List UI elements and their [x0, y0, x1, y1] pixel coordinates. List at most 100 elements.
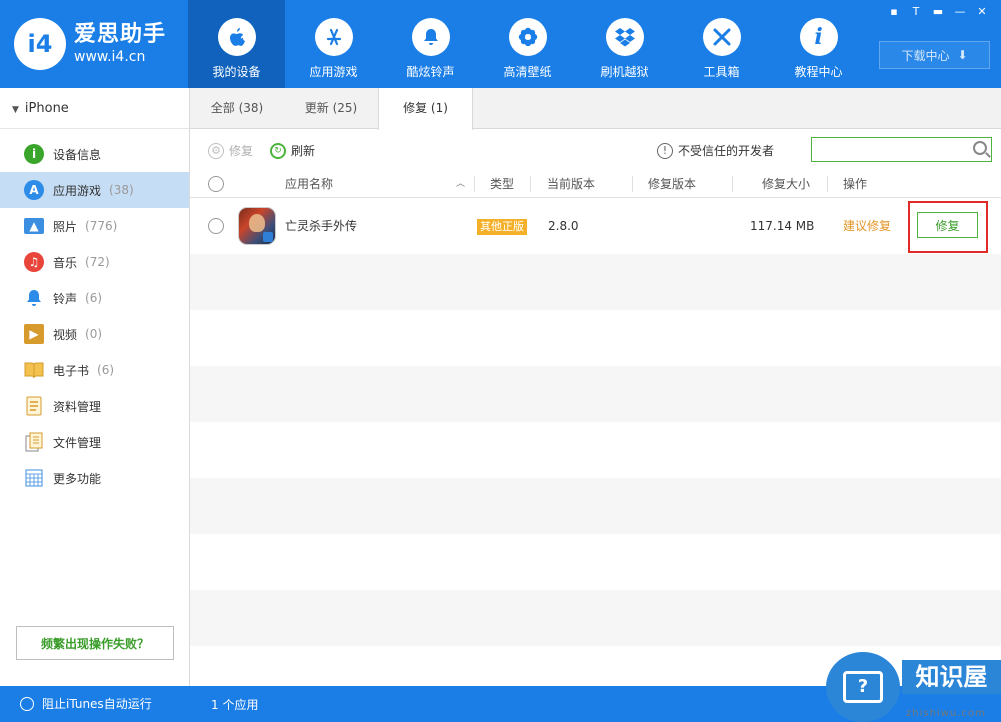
file-icon	[24, 432, 44, 452]
sidebar-item-label: 资料管理	[53, 399, 102, 414]
sidebar-item-label: 视频	[53, 327, 78, 342]
sidebar-item-music[interactable]: ♫ 音乐 (72)	[0, 244, 189, 280]
sidebar-item-label: 文件管理	[53, 435, 102, 450]
watermark-logo: ? 知识屋 zhishiwu.com	[826, 652, 1001, 722]
book-icon	[24, 360, 44, 380]
empty-row	[190, 422, 1001, 478]
current-version: 2.8.0	[548, 219, 579, 233]
minimize-icon[interactable]: —	[949, 4, 971, 20]
logo-url: www.i4.cn	[74, 49, 146, 65]
sidebar-item-more[interactable]: 更多功能	[0, 460, 189, 496]
column-app-name[interactable]: 应用名称	[285, 170, 333, 198]
search-input[interactable]	[812, 138, 967, 161]
sidebar-item-apps[interactable]: A 应用游戏 (38)	[0, 172, 189, 208]
column-type[interactable]: 类型	[490, 170, 514, 198]
nav-label: 教程中心	[794, 65, 843, 79]
sidebar-item-device-info[interactable]: i 设备信息	[0, 136, 189, 172]
highlight-box	[908, 201, 988, 253]
suggest-repair-label: 建议修复	[843, 219, 892, 233]
menu-icon[interactable]: ▬	[927, 4, 949, 20]
select-all-radio[interactable]	[208, 176, 224, 192]
skin-icon[interactable]: T	[905, 4, 927, 20]
untrusted-developer-link[interactable]: ! 不受信任的开发者	[657, 142, 774, 159]
sidebar-item-label: 设备信息	[53, 147, 102, 162]
repair-icon: ⚙	[208, 142, 224, 159]
empty-row	[190, 366, 1001, 422]
tab-bar: 全部 (38) 更新 (25) 修复 (1)	[190, 88, 1001, 130]
nav-flash-jailbreak[interactable]: 刷机越狱	[576, 0, 673, 88]
close-icon[interactable]: ✕	[971, 4, 993, 20]
nav-ringtones[interactable]: 酷炫铃声	[382, 0, 479, 88]
sidebar-item-label: 电子书	[53, 363, 90, 378]
block-itunes-toggle[interactable]: 阻止iTunes自动运行	[20, 695, 152, 712]
tab-updates[interactable]: 更新 (25)	[284, 88, 378, 129]
column-current-version[interactable]: 当前版本	[547, 170, 595, 198]
type-badge: 其他正版	[477, 219, 527, 235]
block-itunes-label: 阻止iTunes自动运行	[42, 697, 152, 711]
app-count: 1 个应用	[211, 698, 259, 712]
nav-label: 高清壁纸	[503, 65, 552, 79]
tab-repair[interactable]: 修复 (1)	[378, 88, 473, 130]
flower-icon	[508, 18, 547, 56]
frequent-failure-button[interactable]: 频繁出现操作失败？	[16, 626, 174, 660]
nav-apps-games[interactable]: 应用游戏	[285, 0, 382, 88]
logo-badge: i4	[14, 18, 66, 70]
table-row[interactable]: 亡灵杀手外传 其他正版 2.8.0 117.14 MB 建议修复 修复	[190, 198, 1001, 254]
device-selector[interactable]: ▼ iPhone	[0, 88, 189, 129]
sidebar-item-ringtones[interactable]: 铃声 (6)	[0, 280, 189, 316]
download-icon: ⬇	[957, 48, 968, 62]
sidebar-item-label: 照片	[53, 219, 78, 234]
top-bar: i4 爱思助手 www.i4.cn 我的设备 应用游戏 酷炫铃声 高清壁纸 刷机…	[0, 0, 1001, 88]
table-header: 应用名称 ︿ 类型 当前版本 修复版本 修复大小 操作	[190, 170, 1001, 198]
sidebar-item-file-management[interactable]: 文件管理	[0, 424, 189, 460]
nav-wallpapers[interactable]: 高清壁纸	[479, 0, 576, 88]
app-icon	[238, 207, 276, 245]
download-center-label: 下载中心	[901, 48, 950, 63]
exclamation-icon: !	[657, 142, 673, 159]
feedback-icon[interactable]: ▪	[883, 4, 905, 20]
nav-my-device[interactable]: 我的设备	[188, 0, 285, 88]
column-repair-version[interactable]: 修复版本	[648, 170, 696, 198]
app-logo: i4 爱思助手 www.i4.cn	[14, 18, 166, 70]
sidebar-item-ebooks[interactable]: 电子书 (6)	[0, 352, 189, 388]
nav-toolbox[interactable]: 工具箱	[673, 0, 770, 88]
refresh-button[interactable]: ↻ 刷新	[270, 142, 315, 159]
empty-row	[190, 534, 1001, 590]
nav-label: 工具箱	[703, 65, 740, 79]
device-name: iPhone	[24, 101, 69, 116]
sidebar-item-count: (6)	[85, 291, 103, 305]
search-icon[interactable]	[973, 141, 987, 155]
sort-icon[interactable]: ︿	[456, 170, 465, 198]
sidebar-item-count: (6)	[97, 363, 115, 377]
apple-icon	[217, 18, 256, 56]
sidebar-item-label: 音乐	[53, 255, 78, 270]
info-icon: i	[799, 18, 838, 56]
sidebar-item-label: 铃声	[53, 291, 78, 306]
nav-label: 我的设备	[212, 65, 261, 79]
search-box[interactable]	[811, 137, 992, 162]
tab-all[interactable]: 全部 (38)	[190, 88, 284, 129]
row-select-radio[interactable]	[208, 218, 224, 234]
bell-icon	[411, 18, 450, 56]
tools-icon	[702, 18, 741, 56]
photo-icon: ▲	[24, 218, 44, 234]
itunes-radio[interactable]	[20, 696, 34, 711]
watermark-icon: ?	[826, 652, 900, 722]
app-name: 亡灵杀手外传	[285, 219, 358, 233]
repair-all-label: 修复	[229, 144, 254, 158]
sidebar-item-videos[interactable]: ▶ 视频 (0)	[0, 316, 189, 352]
sidebar-item-label: 更多功能	[53, 471, 102, 486]
column-action: 操作	[843, 177, 868, 191]
sidebar-item-photos[interactable]: ▲ 照片 (776)	[0, 208, 189, 244]
nav-label: 酷炫铃声	[406, 65, 455, 79]
nav-tutorials[interactable]: i 教程中心	[770, 0, 867, 88]
empty-row	[190, 478, 1001, 534]
sidebar-item-count: (72)	[85, 255, 110, 269]
sidebar-item-data-management[interactable]: 资料管理	[0, 388, 189, 424]
refresh-icon: ↻	[270, 142, 286, 159]
repair-all-button[interactable]: ⚙ 修复	[208, 142, 253, 159]
download-center-button[interactable]: 下载中心 ⬇	[879, 41, 990, 69]
column-repair-size[interactable]: 修复大小	[762, 170, 810, 198]
window-controls: ▪ T ▬ — ✕	[883, 4, 993, 20]
logo-name: 爱思助手	[74, 22, 167, 47]
